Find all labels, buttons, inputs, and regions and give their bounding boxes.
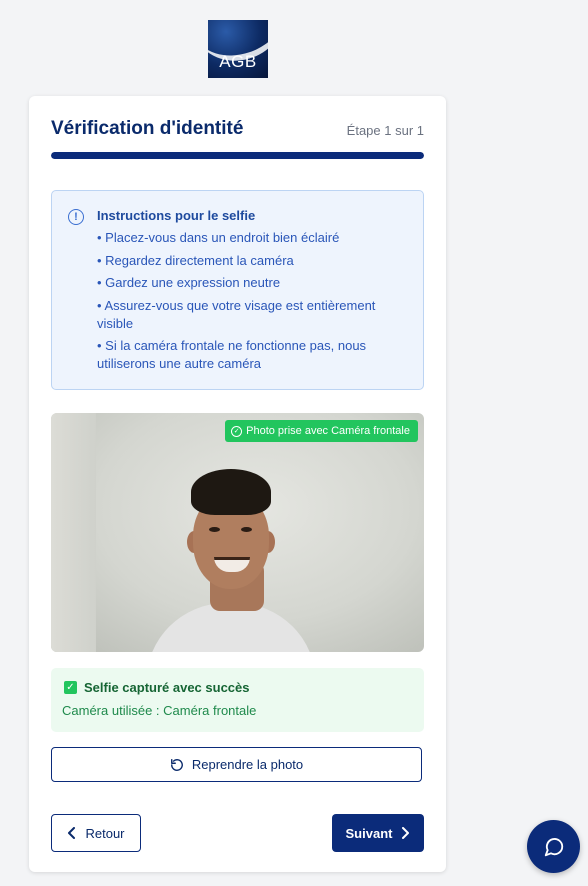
instructions-title: Instructions pour le selfie [97,208,256,223]
instruction-item: • Si la caméra frontale ne fonctionne pa… [97,338,367,371]
instruction-item: • Regardez directement la caméra [97,252,294,268]
success-title: Selfie capturé avec succès [84,680,250,695]
camera-used-text: Caméra utilisée : Caméra frontale [62,703,257,718]
chevron-right-icon [402,827,410,839]
logo-text: AGB [219,52,257,71]
verification-card: Vérification d'identité Étape 1 sur 1 ! … [29,96,446,872]
refresh-icon [170,758,183,771]
progress-fill [51,152,424,159]
instruction-item: • Assurez-vous que votre visage est enti… [97,297,376,331]
agb-logo: AGB [208,20,268,78]
instruction-item: • Gardez une expression neutre [97,275,281,290]
success-message: ✓ Selfie capturé avec succès Caméra util… [51,668,424,732]
retake-photo-button[interactable]: Reprendre la photo [51,747,422,782]
chat-button[interactable] [527,820,580,873]
chat-bubble-icon [544,837,563,856]
chevron-left-icon [68,827,76,839]
retake-label: Reprendre la photo [191,757,304,772]
instructions-panel: ! Instructions pour le selfie • Placez-v… [51,190,424,390]
back-button[interactable]: Retour [51,814,141,852]
camera-badge: ✓ Photo prise avec Caméra frontale [225,420,418,442]
checkbox-checked-icon: ✓ [64,681,77,694]
next-button[interactable]: Suivant [332,814,424,852]
back-label: Retour [85,825,125,841]
check-circle-icon: ✓ [231,425,243,437]
progress-bar [51,152,424,159]
camera-badge-label: Photo prise avec Caméra frontale [246,425,410,437]
instructions-list: • Placez-vous dans un endroit bien éclai… [97,229,402,378]
next-label: Suivant [345,825,393,841]
page-title: Vérification d'identité [51,118,244,139]
info-icon: ! [68,209,84,225]
instruction-item: • Placez-vous dans un endroit bien éclai… [97,230,340,245]
step-indicator: Étape 1 sur 1 [346,123,424,138]
selfie-photo: ✓ Photo prise avec Caméra frontale [51,413,424,652]
